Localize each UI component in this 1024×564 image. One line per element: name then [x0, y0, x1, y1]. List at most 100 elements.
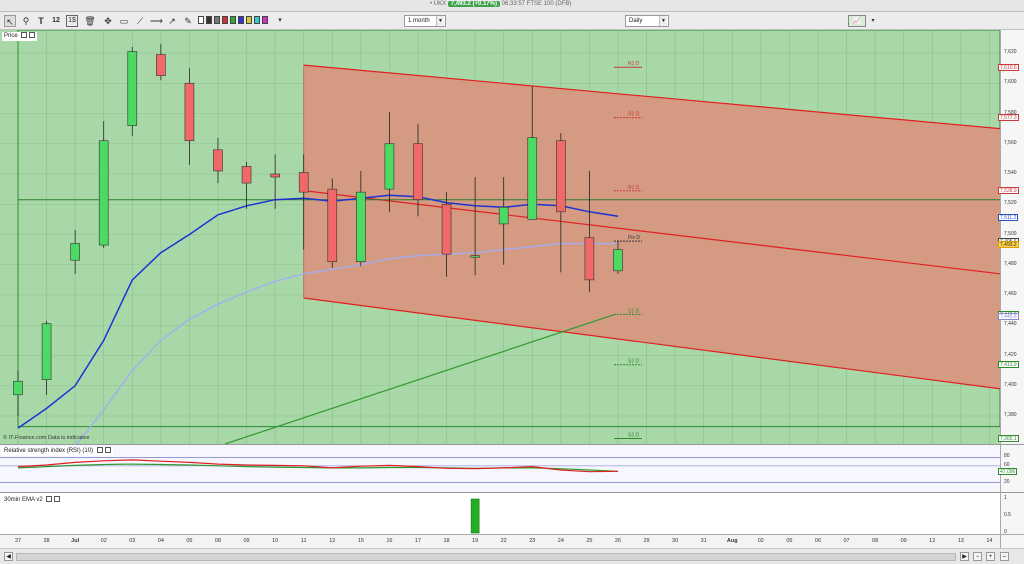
- candle: [241, 166, 252, 184]
- x-tick: 28: [43, 538, 50, 544]
- x-tick: 31: [700, 538, 707, 544]
- x-tick: 26: [614, 538, 622, 544]
- y-tick: 80: [1004, 453, 1010, 460]
- pointer-icon[interactable]: ↖: [4, 15, 16, 27]
- interval-select[interactable]: Daily ▼: [625, 15, 669, 27]
- candle: [413, 143, 423, 201]
- settings-icon[interactable]: [96, 447, 103, 454]
- uptrend-line: [224, 314, 615, 444]
- price-pane[interactable]: Price R3 D R2 D R1 D Piv D S1 D S2 D S3 D © IT…: [0, 30, 1000, 444]
- close-icon[interactable]: [54, 496, 61, 503]
- scroll-track[interactable]: [16, 553, 956, 561]
- ema-pane[interactable]: 30min EMA v2: [0, 492, 1000, 534]
- title-bar: • UKX 7,493.2 (+0.17%) 06:33:57 FTSE 100…: [0, 0, 1024, 12]
- x-tick: 13: [957, 538, 964, 544]
- x-tick: 16: [386, 538, 393, 544]
- swatch-icon[interactable]: [254, 16, 260, 24]
- y-tick: 7,620: [1004, 49, 1017, 55]
- settings-icon[interactable]: [21, 32, 28, 39]
- x-tick: 07: [843, 538, 850, 544]
- price-tag: 7,493.2: [998, 241, 1019, 249]
- candle: [98, 140, 109, 246]
- pivot-label: S1 D: [628, 308, 640, 314]
- candle: [13, 380, 23, 396]
- x-tick: 22: [500, 538, 507, 544]
- price-y-axis[interactable]: 7,620 7,600 7,580 7,560 7,540 7,520 7,500 7,480…: [998, 30, 1024, 444]
- swatch-icon[interactable]: [206, 16, 212, 24]
- pivot-label: S3 D: [628, 433, 640, 439]
- rsi-tag: 47.096: [998, 467, 1018, 475]
- ray-icon[interactable]: ⟶: [150, 15, 163, 27]
- delete-icon[interactable]: 🗑: [84, 15, 96, 27]
- chevron-down-icon[interactable]: ▾: [274, 15, 286, 27]
- trend-icon[interactable]: ↗: [166, 15, 178, 27]
- x-tick: 17: [414, 538, 422, 544]
- price-tag: 7,610.6: [998, 63, 1019, 71]
- swatch-icon[interactable]: [238, 16, 244, 24]
- y-tick: 7,560: [1004, 139, 1017, 146]
- scroll-bar[interactable]: ◀ ▶ − + ⇔: [0, 548, 1024, 564]
- x-tick: 27: [14, 538, 22, 544]
- chevron-down-icon[interactable]: ▾: [867, 15, 879, 27]
- x-tick: 30: [672, 538, 679, 544]
- zoom-icon[interactable]: ⚲: [20, 15, 32, 27]
- x-tick: 29: [643, 538, 650, 544]
- period-select[interactable]: 1 month ▼: [404, 15, 446, 27]
- pivot-label: Piv D: [628, 235, 640, 241]
- candle: [556, 140, 566, 213]
- ema-signal-bar: [470, 498, 480, 534]
- x-tick: 15: [357, 538, 364, 544]
- line-icon[interactable]: ⟋: [134, 15, 146, 27]
- price-tag: 7,577.3: [998, 114, 1019, 122]
- chevron-down-icon: ▼: [436, 16, 444, 26]
- candle: [41, 323, 52, 380]
- swatch-icon[interactable]: [262, 16, 268, 24]
- x-tick: 19: [472, 538, 479, 544]
- info-box-icon[interactable]: 1$: [66, 15, 78, 27]
- price-badge: 7,493.2 (+0.17%): [447, 1, 500, 7]
- y-tick: 7,400: [1004, 381, 1017, 388]
- chart-type-icon[interactable]: 📈: [848, 15, 866, 27]
- candle: [470, 255, 480, 258]
- y-tick: 0.5: [1004, 512, 1011, 518]
- candle: [327, 188, 338, 263]
- x-tick: 14: [986, 538, 993, 544]
- close-icon[interactable]: [29, 32, 36, 39]
- x-tick: 02: [100, 538, 107, 544]
- zoom-out-icon[interactable]: −: [973, 552, 982, 561]
- zoom-in-icon[interactable]: +: [986, 552, 995, 561]
- ema-pane-label: 30min EMA v2: [2, 496, 63, 505]
- candle: [527, 137, 538, 220]
- ema-y-axis[interactable]: 1 0.5 0: [1000, 492, 1024, 535]
- rsi-signal-line: [17, 463, 619, 472]
- candle: [384, 143, 395, 190]
- scroll-right-icon[interactable]: ▶: [960, 552, 969, 561]
- swatch-icon[interactable]: [230, 16, 236, 24]
- rectangle-icon[interactable]: ▭: [118, 15, 130, 27]
- swatch-icon[interactable]: [214, 16, 220, 24]
- x-tick: 24: [557, 538, 564, 544]
- fit-icon[interactable]: ⇔: [1000, 552, 1009, 561]
- y-tick: 7,480: [1004, 260, 1017, 267]
- text-icon[interactable]: T: [35, 15, 47, 27]
- close-icon[interactable]: [104, 447, 111, 454]
- x-tick: Aug: [726, 538, 738, 544]
- move-icon[interactable]: ✥: [102, 15, 114, 27]
- swatch-icon[interactable]: [246, 16, 252, 24]
- settings-icon[interactable]: [46, 496, 53, 503]
- x-tick: 09: [243, 538, 250, 544]
- scroll-left-icon[interactable]: ◀: [4, 552, 13, 561]
- rsi-pane[interactable]: Relative strength index (RSI) (10): [0, 444, 1000, 492]
- price-tag: 7,445.6: [998, 313, 1019, 321]
- pen-icon[interactable]: ✎: [182, 15, 194, 27]
- rsi-chart: [0, 456, 1000, 483]
- instrument-title: • UKX 7,493.2 (+0.17%) 06:33:57 FTSE 100…: [430, 1, 572, 7]
- swatch-icon[interactable]: [222, 16, 228, 24]
- axis-corner: [1000, 534, 1024, 548]
- number-icon[interactable]: 12: [50, 15, 62, 27]
- rsi-y-axis[interactable]: 80 60 20 47.096: [998, 444, 1024, 492]
- swatch-icon[interactable]: [198, 16, 204, 24]
- candle: [298, 172, 309, 193]
- x-tick: 18: [443, 538, 450, 544]
- x-tick: 10: [272, 538, 279, 544]
